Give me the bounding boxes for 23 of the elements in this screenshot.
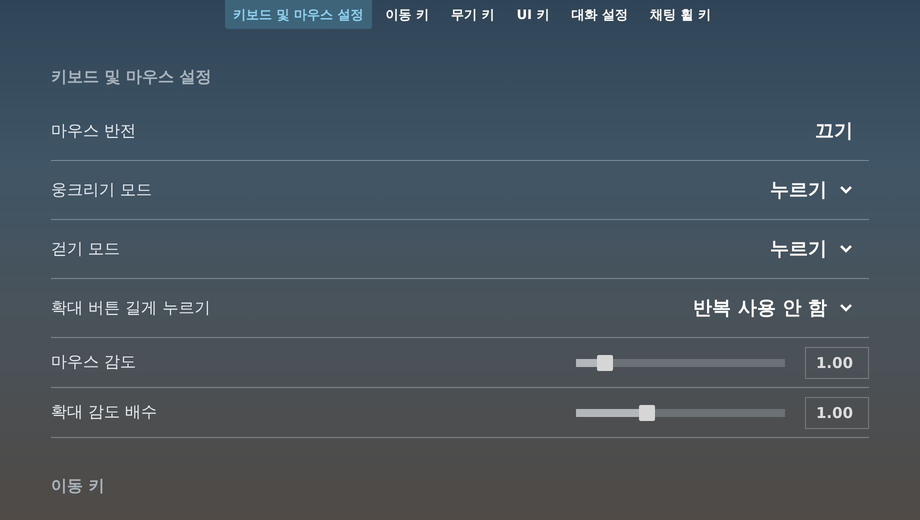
chevron-down-icon (839, 303, 853, 313)
tab[interactable]: 채팅 휠 키 (642, 0, 720, 29)
setting-label: 확대 버튼 길게 누르기 (51, 298, 210, 318)
setting-label: 마우스 감도 (51, 352, 136, 373)
dropdown[interactable]: 누르기 (770, 177, 869, 203)
tab[interactable]: 이동 키 (378, 0, 438, 29)
setting-label: 걷기 모드 (51, 238, 120, 260)
section-title: 이동 키 (51, 475, 106, 497)
setting-label: 웅크리기 모드 (51, 180, 152, 200)
section-title: 키보드 및 마우스 설정 (51, 66, 213, 88)
setting-label: 마우스 반전 (51, 120, 136, 142)
toggle-value[interactable]: 끄기 (815, 118, 869, 144)
tab[interactable]: UI 키 (508, 0, 558, 29)
chevron-down-icon (839, 185, 853, 195)
chevron-down-icon (839, 244, 853, 254)
dropdown[interactable]: 누르기 (770, 236, 869, 262)
tab[interactable]: 대화 설정 (563, 0, 636, 29)
tab[interactable]: 무기 키 (443, 0, 503, 29)
tab[interactable]: 키보드 및 마우스 설정 (224, 0, 372, 29)
setting-label: 확대 감도 배수 (51, 402, 158, 423)
slider-thumb[interactable] (597, 354, 614, 370)
slider-thumb[interactable] (639, 404, 656, 420)
dropdown[interactable]: 반복 사용 안 함 (693, 295, 869, 321)
